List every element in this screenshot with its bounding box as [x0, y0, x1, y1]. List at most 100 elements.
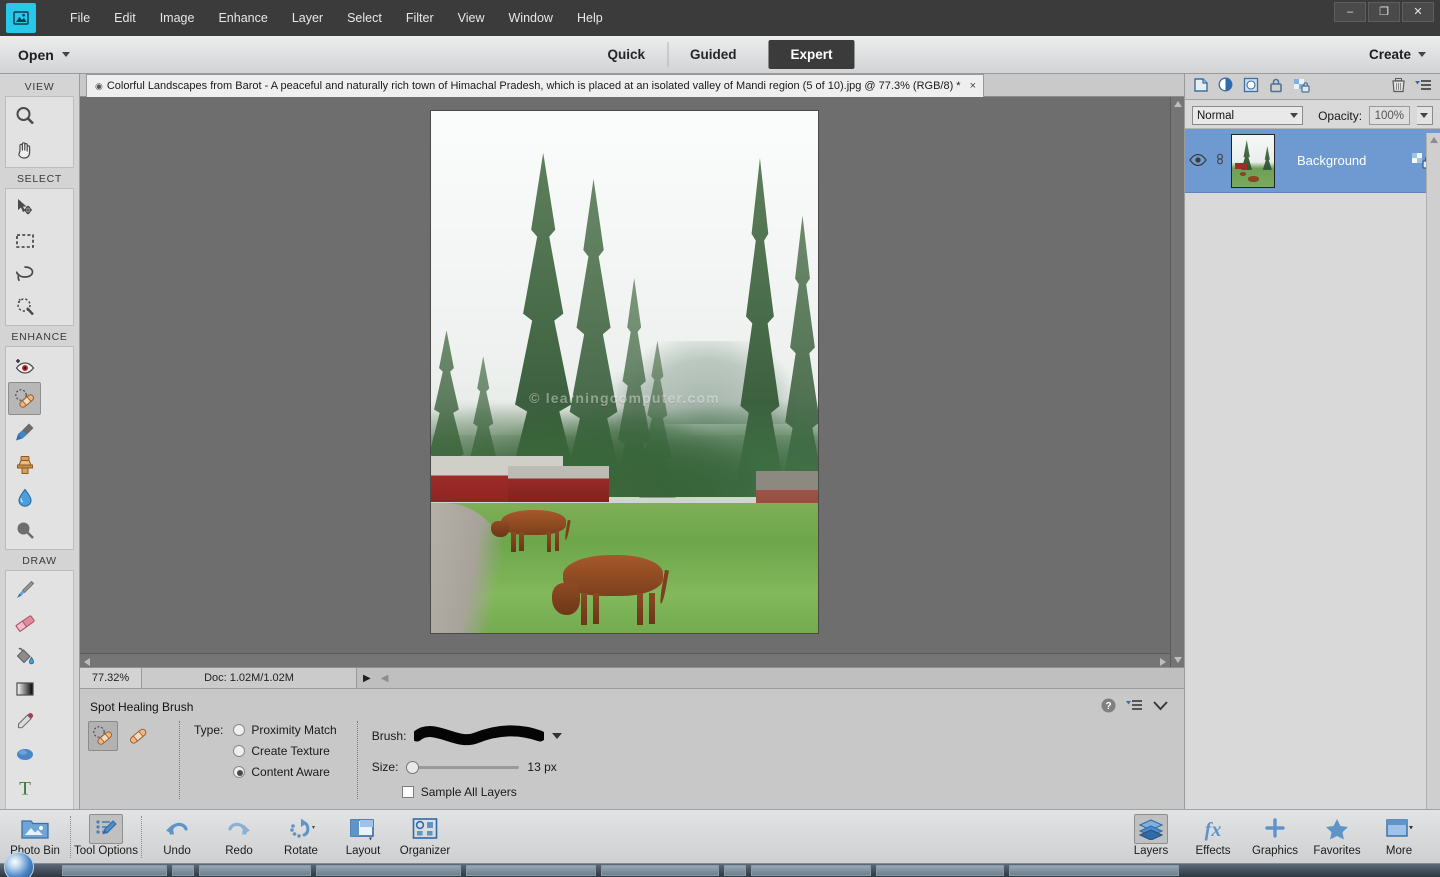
sample-all-layers-checkbox[interactable]	[401, 786, 414, 798]
delete-layer-icon[interactable]	[1391, 77, 1406, 96]
zoom-level[interactable]: 77.32%	[80, 667, 142, 689]
taskbar-item[interactable]	[1009, 865, 1179, 876]
brush-tool[interactable]	[8, 573, 41, 606]
red-eye-removal-tool[interactable]	[8, 349, 41, 382]
taskbar-item[interactable]	[199, 865, 311, 876]
paint-bucket-tool[interactable]	[8, 639, 41, 672]
menu-file[interactable]: File	[58, 6, 102, 30]
brush-preview[interactable]	[414, 723, 545, 749]
menu-filter[interactable]: Filter	[394, 6, 446, 30]
document-tab[interactable]: ◉ Colorful Landscapes from Barot - A pea…	[86, 74, 985, 97]
brush-size-slider[interactable]	[406, 760, 520, 774]
panel-menu-icon[interactable]	[1415, 79, 1432, 95]
tool-options-button[interactable]: Tool Options	[74, 812, 138, 857]
layer-thumbnail[interactable]	[1231, 133, 1275, 188]
taskbar-item[interactable]	[876, 865, 1004, 876]
layout-button[interactable]: Layout	[332, 812, 394, 857]
canvas-vertical-scrollbar[interactable]	[1170, 97, 1184, 667]
favorites-button[interactable]: Favorites	[1306, 812, 1368, 857]
menu-select[interactable]: Select	[335, 6, 394, 30]
canvas-area[interactable]: © learningcomputer.com	[80, 97, 1184, 667]
menu-image[interactable]: Image	[148, 6, 207, 30]
spot-healing-brush-button[interactable]	[88, 721, 118, 751]
layer-link-icon[interactable]	[1211, 151, 1229, 170]
adjustment-layer-icon[interactable]	[1218, 77, 1234, 96]
close-button[interactable]: ✕	[1402, 2, 1434, 22]
sponge-tool[interactable]	[8, 514, 41, 547]
quick-selection-tool[interactable]	[8, 290, 41, 323]
layer-visibility-icon[interactable]	[1185, 153, 1211, 169]
menu-window[interactable]: Window	[497, 6, 565, 30]
radio-proximity-match[interactable]: Proximity Match	[233, 723, 337, 737]
layer-mask-icon[interactable]	[1243, 77, 1259, 96]
taskbar-item[interactable]	[724, 865, 746, 876]
effects-button[interactable]: fx Effects	[1182, 812, 1244, 857]
spot-healing-brush-tool[interactable]	[8, 382, 41, 415]
create-button[interactable]: Create	[1369, 47, 1426, 62]
sample-all-layers-row[interactable]: Sample All Layers	[372, 785, 563, 799]
tab-quick[interactable]: Quick	[585, 42, 667, 67]
help-icon[interactable]: ?	[1101, 698, 1116, 716]
tab-guided[interactable]: Guided	[666, 42, 759, 67]
radio-content-aware[interactable]: Content Aware	[233, 765, 336, 779]
image-canvas[interactable]: © learningcomputer.com	[430, 110, 819, 634]
slider-knob[interactable]	[406, 761, 420, 774]
lock-transparency-icon[interactable]	[1293, 77, 1310, 96]
menu-view[interactable]: View	[446, 6, 497, 30]
organizer-button[interactable]: Organizer	[394, 812, 456, 857]
menu-edit[interactable]: Edit	[102, 6, 148, 30]
layers-button[interactable]: Layers	[1120, 812, 1182, 857]
blur-tool[interactable]	[8, 481, 41, 514]
type-tool[interactable]: T	[8, 771, 41, 804]
lasso-tool[interactable]	[8, 257, 41, 290]
collapse-panel-icon[interactable]	[1153, 700, 1168, 714]
smart-brush-tool[interactable]	[8, 415, 41, 448]
lock-all-icon[interactable]	[1268, 77, 1284, 96]
layer-item-background[interactable]: Background	[1185, 129, 1440, 193]
layer-name: Background	[1297, 153, 1367, 168]
taskbar-item[interactable]	[466, 865, 596, 876]
healing-brush-button[interactable]	[123, 721, 153, 751]
start-button-icon[interactable]	[4, 851, 34, 877]
photo-bin-button[interactable]: Photo Bin	[4, 812, 66, 857]
open-button[interactable]: Open	[12, 44, 76, 66]
clone-stamp-tool[interactable]	[8, 448, 41, 481]
taskbar-item[interactable]	[172, 865, 194, 876]
eraser-tool[interactable]	[8, 606, 41, 639]
blend-mode-select[interactable]: Normal	[1192, 106, 1304, 125]
graphics-button[interactable]: Graphics	[1244, 812, 1306, 857]
opacity-stepper[interactable]	[1416, 106, 1433, 125]
canvas-horizontal-scrollbar[interactable]	[80, 653, 1170, 667]
zoom-tool[interactable]	[8, 99, 41, 132]
rotate-button[interactable]: Rotate	[270, 812, 332, 857]
status-left-arrow-icon[interactable]: ◀	[381, 673, 389, 684]
layers-scrollbar[interactable]	[1426, 133, 1440, 809]
redo-button[interactable]: Redo	[208, 812, 270, 857]
gradient-tool[interactable]	[8, 672, 41, 705]
undo-button[interactable]: Undo	[146, 812, 208, 857]
custom-shape-tool[interactable]	[8, 738, 41, 771]
maximize-button[interactable]: ❐	[1368, 2, 1400, 22]
minimize-button[interactable]: –	[1334, 2, 1366, 22]
brush-dropdown-icon[interactable]	[552, 733, 563, 739]
hand-tool[interactable]	[8, 132, 41, 165]
taskbar-item[interactable]	[601, 865, 719, 876]
radio-create-texture[interactable]: Create Texture	[233, 744, 336, 758]
panel-menu-icon[interactable]	[1126, 699, 1143, 715]
close-icon[interactable]: ×	[970, 80, 976, 92]
new-layer-icon[interactable]	[1193, 77, 1209, 96]
menu-help[interactable]: Help	[565, 6, 615, 30]
menu-layer[interactable]: Layer	[280, 6, 335, 30]
status-expand-icon[interactable]: ▶	[363, 673, 371, 684]
move-tool[interactable]	[8, 191, 41, 224]
more-button[interactable]: More	[1368, 812, 1430, 857]
opacity-value[interactable]: 100%	[1369, 106, 1410, 125]
taskbar-item[interactable]	[751, 865, 871, 876]
rectangular-marquee-tool[interactable]	[8, 224, 41, 257]
taskbar-item[interactable]	[62, 865, 167, 876]
document-size-info[interactable]: Doc: 1.02M/1.02M	[142, 667, 357, 689]
menu-enhance[interactable]: Enhance	[206, 6, 279, 30]
tab-expert[interactable]: Expert	[768, 40, 855, 69]
color-picker-tool[interactable]	[8, 705, 41, 738]
taskbar-item[interactable]	[316, 865, 461, 876]
